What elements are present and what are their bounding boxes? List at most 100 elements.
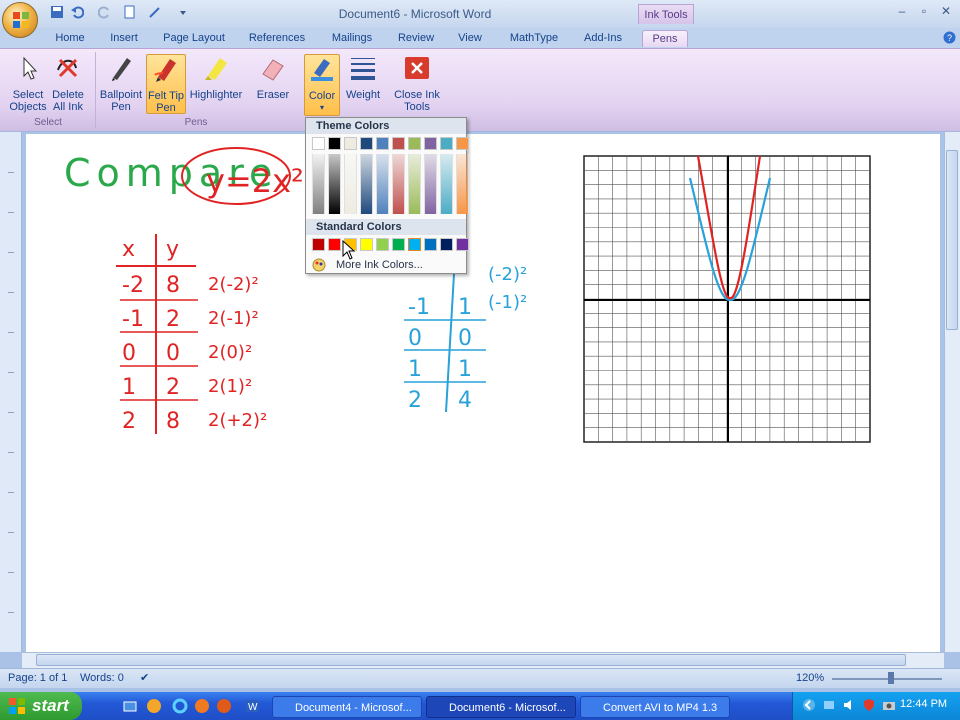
red-table-work: 2(-2)² [208,274,259,295]
theme-color-shades[interactable] [440,154,453,214]
theme-color-shades[interactable] [456,154,469,214]
tray-expand-icon[interactable] [802,698,816,712]
customize-qat-icon[interactable] [176,5,190,19]
firefox-icon[interactable] [194,698,210,714]
arrow-cursor-icon [23,56,38,80]
undo-icon[interactable] [70,5,84,19]
red-table-x-value: -1 [122,307,144,332]
taskbar-item-convert[interactable]: Convert AVI to MP4 1.3 [580,696,730,718]
start-button[interactable]: start [0,692,82,720]
tab-pens[interactable]: Pens [642,30,688,47]
theme-color-swatch[interactable] [312,137,325,150]
red-table-y-value: 2 [166,307,180,332]
horizontal-scroll-thumb[interactable] [36,654,906,666]
volume-icon[interactable] [842,698,856,712]
delete-all-ink-button[interactable]: Delete All Ink [50,54,86,113]
blue-table-x-value: 0 [408,326,422,351]
theme-color-swatch[interactable] [392,137,405,150]
standard-color-swatch[interactable] [376,238,389,251]
network-icon[interactable] [822,698,836,712]
zoom-level[interactable]: 120% [796,672,824,684]
tab-home[interactable]: Home [50,30,90,47]
select-objects-button[interactable]: Select Objects [6,54,50,113]
highlighter-button[interactable]: Highlighter [188,54,244,101]
weight-button[interactable]: Weight [342,54,384,101]
ink-color-dropdown: Theme Colors Standard Colors More Ink Co… [305,117,469,274]
tab-references[interactable]: References [246,30,308,47]
palette-icon [312,258,326,272]
maximize-icon[interactable]: ▫ [914,4,934,20]
firefox-quicklaunch-icon[interactable] [216,698,232,714]
red-table-work: 2(+2)² [208,410,267,431]
clock[interactable]: 12:44 PM [900,698,947,710]
color-button[interactable]: Color ▾ [304,54,340,116]
help-icon[interactable]: ? [943,31,956,44]
standard-color-swatch[interactable] [440,238,453,251]
tab-mailings[interactable]: Mailings [324,30,380,47]
eraser-button[interactable]: Eraser [252,54,294,101]
eraser-icon [262,59,284,81]
theme-color-swatch[interactable] [440,137,453,150]
taskbar-item-label: Document4 - Microsof... [295,702,412,714]
theme-color-swatch[interactable] [360,137,373,150]
theme-color-shades[interactable] [408,154,421,214]
new-document-icon[interactable] [122,5,136,19]
minimize-icon[interactable]: – [892,4,912,20]
media-player-icon[interactable] [146,698,162,714]
draw-icon[interactable] [148,5,162,19]
theme-color-shades[interactable] [328,154,341,214]
theme-color-shades[interactable] [312,154,325,214]
theme-color-swatch[interactable] [408,137,421,150]
theme-color-swatch[interactable] [424,137,437,150]
tab-insert[interactable]: Insert [104,30,144,47]
theme-color-swatch[interactable] [376,137,389,150]
theme-color-shades[interactable] [344,154,357,214]
close-window-icon[interactable]: ✕ [936,4,956,20]
tab-review[interactable]: Review [394,30,438,47]
proofing-icon[interactable]: ✔ [140,671,149,684]
standard-color-swatch[interactable] [424,238,437,251]
standard-color-swatch[interactable] [328,238,341,251]
tab-mathtype[interactable]: MathType [504,30,564,47]
standard-color-swatch[interactable] [312,238,325,251]
theme-color-swatch[interactable] [328,137,341,150]
standard-color-swatch[interactable] [456,238,469,251]
red-table-y-value: 8 [166,409,180,434]
document-page[interactable]: Compare y=2x² x y -2 -1 0 1 2 8 2 0 2 8 2(-2)² 2(-1)²… [26,134,940,654]
zoom-slider-thumb[interactable] [888,672,894,684]
tab-page-layout[interactable]: Page Layout [158,30,230,47]
felt-tip-pen-label: Felt Tip Pen [147,90,185,114]
word-quicklaunch-icon[interactable]: W [244,698,260,714]
theme-color-shades[interactable] [424,154,437,214]
red-table-y-value: 0 [166,341,180,366]
office-button[interactable] [2,2,38,38]
theme-color-shades[interactable] [376,154,389,214]
blue-table-x-value: 2 [408,388,422,413]
taskbar-item-document6[interactable]: Document6 - Microsof... [426,696,576,718]
standard-color-swatch[interactable] [408,238,421,251]
theme-color-swatch[interactable] [456,137,469,150]
internet-explorer-icon[interactable] [172,698,188,714]
show-desktop-icon[interactable] [122,698,138,714]
close-ink-tools-button[interactable]: Close Ink Tools [392,54,442,113]
word-count[interactable]: Words: 0 [80,672,124,684]
page-count[interactable]: Page: 1 of 1 [8,672,67,684]
more-ink-colors-link[interactable]: More Ink Colors... [336,259,423,271]
redo-icon[interactable] [98,5,112,19]
theme-color-swatch[interactable] [344,137,357,150]
zoom-slider[interactable] [832,678,942,680]
save-icon[interactable] [50,5,64,19]
weight-label: Weight [345,89,381,101]
theme-color-shades[interactable] [392,154,405,214]
camera-icon[interactable] [882,698,896,712]
theme-color-shades[interactable] [360,154,373,214]
standard-color-swatch[interactable] [360,238,373,251]
security-icon[interactable] [862,698,876,712]
tab-view[interactable]: View [452,30,488,47]
felt-tip-pen-button[interactable]: Felt Tip Pen [146,54,186,114]
tab-add-ins[interactable]: Add-Ins [578,30,628,47]
standard-color-swatch[interactable] [392,238,405,251]
ballpoint-pen-button[interactable]: Ballpoint Pen [98,54,144,113]
taskbar-item-document4[interactable]: Document4 - Microsof... [272,696,422,718]
vertical-scroll-thumb[interactable] [946,150,958,330]
